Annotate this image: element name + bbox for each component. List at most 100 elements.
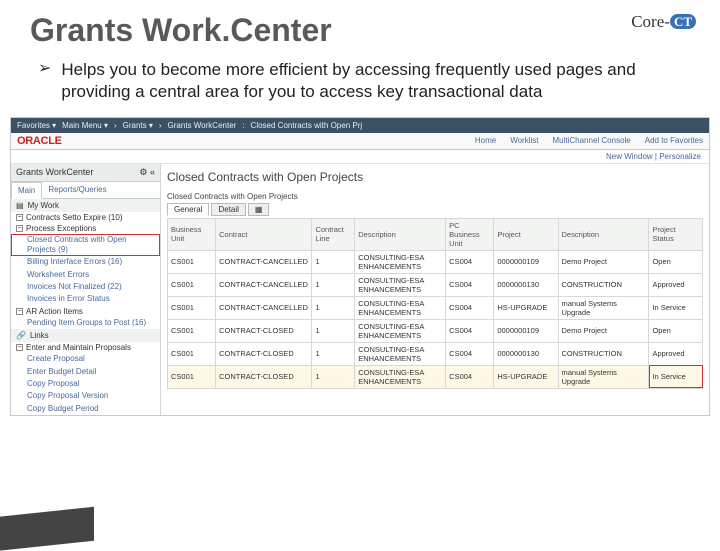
sidebar-title: Grants WorkCenter [16,167,93,177]
table-cell: 1 [312,250,355,273]
table-cell: Open [649,250,703,273]
tab-reports[interactable]: Reports/Queries [42,182,112,198]
sidebar-item-invoices-not-finalized[interactable]: Invoices Not Finalized (22) [11,281,160,293]
sub-links[interactable]: New Window | Personalize [11,150,709,164]
sidebar-item-worksheet-errors[interactable]: Worksheet Errors [11,269,160,281]
table-row[interactable]: CS001CONTRACT-CLOSED1CONSULTING-ESA ENHA… [168,342,703,365]
table-row[interactable]: CS001CONTRACT-CANCELLED1CONSULTING-ESA E… [168,296,703,319]
breadcrumb: Favorites ▾ Main Menu ▾ › Grants ▾ › Gra… [11,118,709,133]
table-cell: HS-UPGRADE [494,365,558,388]
link-worklist[interactable]: Worklist [510,136,538,145]
bullet-arrow-icon: ➢ [38,59,51,103]
nav-current-page: Closed Contracts with Open Prj [251,121,363,130]
table-cell: 1 [312,342,355,365]
table-cell: 0000000130 [494,273,558,296]
col-header[interactable]: Project [494,218,558,250]
table-cell: manual Systems Upgrade [558,365,649,388]
table-cell: CONTRACT-CANCELLED [216,250,312,273]
table-cell: CONSTRUCTION [558,273,649,296]
slide-bullet: ➢ Helps you to become more efficient by … [0,55,720,111]
tab-general[interactable]: General [167,203,209,216]
sidebar-item-invoices-error[interactable]: Invoices in Error Status [11,293,160,305]
col-header[interactable]: PC Business Unit [446,218,494,250]
nav-mainmenu[interactable]: Main Menu ▾ [62,121,108,130]
table-cell: Demo Project [558,250,649,273]
col-header[interactable]: Contract [216,218,312,250]
sidebar-item-billing-errors[interactable]: Billing Interface Errors (16) [11,256,160,268]
table-cell: In Service [649,365,703,388]
table-cell: HS-UPGRADE [494,296,558,319]
table-cell: CONTRACT-CLOSED [216,365,312,388]
table-cell: CONTRACT-CLOSED [216,319,312,342]
table-cell: CS001 [168,319,216,342]
sidebar-item-copy-proposal[interactable]: Copy Proposal [11,378,160,390]
sidebar: Grants WorkCenter ⚙ « Main Reports/Queri… [11,164,161,416]
table-cell: CS001 [168,296,216,319]
table-cell: CS004 [446,250,494,273]
sidebar-item-copy-version[interactable]: Copy Proposal Version [11,390,160,402]
table-cell: 1 [312,296,355,319]
table-row[interactable]: CS001CONTRACT-CANCELLED1CONSULTING-ESA E… [168,273,703,296]
table-cell: CONTRACT-CLOSED [216,342,312,365]
table-cell: In Service [649,296,703,319]
table-cell: CONSULTING-ESA ENHANCEMENTS [355,319,446,342]
table-cell: CS004 [446,342,494,365]
col-header[interactable]: Description [355,218,446,250]
table-cell: Open [649,319,703,342]
table-cell: CONTRACT-CANCELLED [216,273,312,296]
sec-enter-maintain[interactable]: −Enter and Maintain Proposals [11,342,160,353]
table-cell: CS004 [446,319,494,342]
table-cell: CONSULTING-ESA ENHANCEMENTS [355,250,446,273]
col-header[interactable]: Description [558,218,649,250]
table-row[interactable]: CS001CONTRACT-CANCELLED1CONSULTING-ESA E… [168,250,703,273]
col-header[interactable]: Business Unit [168,218,216,250]
table-row[interactable]: CS001CONTRACT-CLOSED1CONSULTING-ESA ENHA… [168,319,703,342]
table-row[interactable]: CS001CONTRACT-CLOSED1CONSULTING-ESA ENHA… [168,365,703,388]
table-cell: Demo Project [558,319,649,342]
link-add-favorites[interactable]: Add to Favorites [645,136,703,145]
link-multichannel[interactable]: MultiChannel Console [552,136,630,145]
nav-grants[interactable]: Grants ▾ [123,121,153,130]
table-cell: CONSULTING-ESA ENHANCEMENTS [355,342,446,365]
tab-main[interactable]: Main [11,182,42,199]
nav-favorites[interactable]: Favorites ▾ [17,121,56,130]
table-cell: CS001 [168,250,216,273]
gear-icon[interactable]: ⚙ « [139,167,155,178]
app-screenshot: Favorites ▾ Main Menu ▾ › Grants ▾ › Gra… [10,117,710,417]
table-cell: 0000000130 [494,342,558,365]
link-home[interactable]: Home [475,136,496,145]
links-header[interactable]: 🔗 Links [11,329,160,342]
tab-detail[interactable]: Detail [211,203,245,216]
sidebar-item-pending-groups[interactable]: Pending Item Groups to Post (16) [11,317,160,329]
sidebar-item-closed-contracts[interactable]: Closed Contracts with Open Projects (9) [11,234,160,257]
sec-process-exceptions[interactable]: −Process Exceptions [11,223,160,234]
sidebar-item-copy-budget[interactable]: Copy Budget Period [11,403,160,415]
table-cell: CS004 [446,365,494,388]
table-cell: CONSULTING-ESA ENHANCEMENTS [355,365,446,388]
table-cell: CS004 [446,273,494,296]
table-cell: CONSULTING-ESA ENHANCEMENTS [355,273,446,296]
table-cell: CS001 [168,365,216,388]
table-cell: Approved [649,342,703,365]
tab-grid-icon[interactable]: ▦ [248,203,270,216]
sidebar-item-budget-detail[interactable]: Enter Budget Detail [11,366,160,378]
col-header[interactable]: Project Status [649,218,703,250]
main-panel: Closed Contracts with Open Projects Clos… [161,164,709,416]
table-cell: Approved [649,273,703,296]
core-ct-logo: Core-CT [631,12,696,32]
sec-contracts-expire[interactable]: −Contracts Setto Expire (10) [11,212,160,223]
table-cell: 0000000109 [494,250,558,273]
sidebar-item-create-proposal[interactable]: Create Proposal [11,353,160,365]
nav-workcenter[interactable]: Grants WorkCenter [168,121,237,130]
slide-title: Grants Work.Center [0,0,720,55]
table-cell: CS001 [168,273,216,296]
panel-title: Closed Contracts with Open Projects [167,190,703,203]
oracle-logo: ORACLE [17,135,62,147]
table-cell: 1 [312,319,355,342]
table-cell: 0000000109 [494,319,558,342]
mywork-header[interactable]: ▤ My Work [11,199,160,212]
sec-ar-action[interactable]: −AR Action Items [11,306,160,317]
col-header[interactable]: Contract Line [312,218,355,250]
table-cell: CONSULTING-ESA ENHANCEMENTS [355,296,446,319]
results-table: Business UnitContractContract LineDescri… [167,218,703,389]
